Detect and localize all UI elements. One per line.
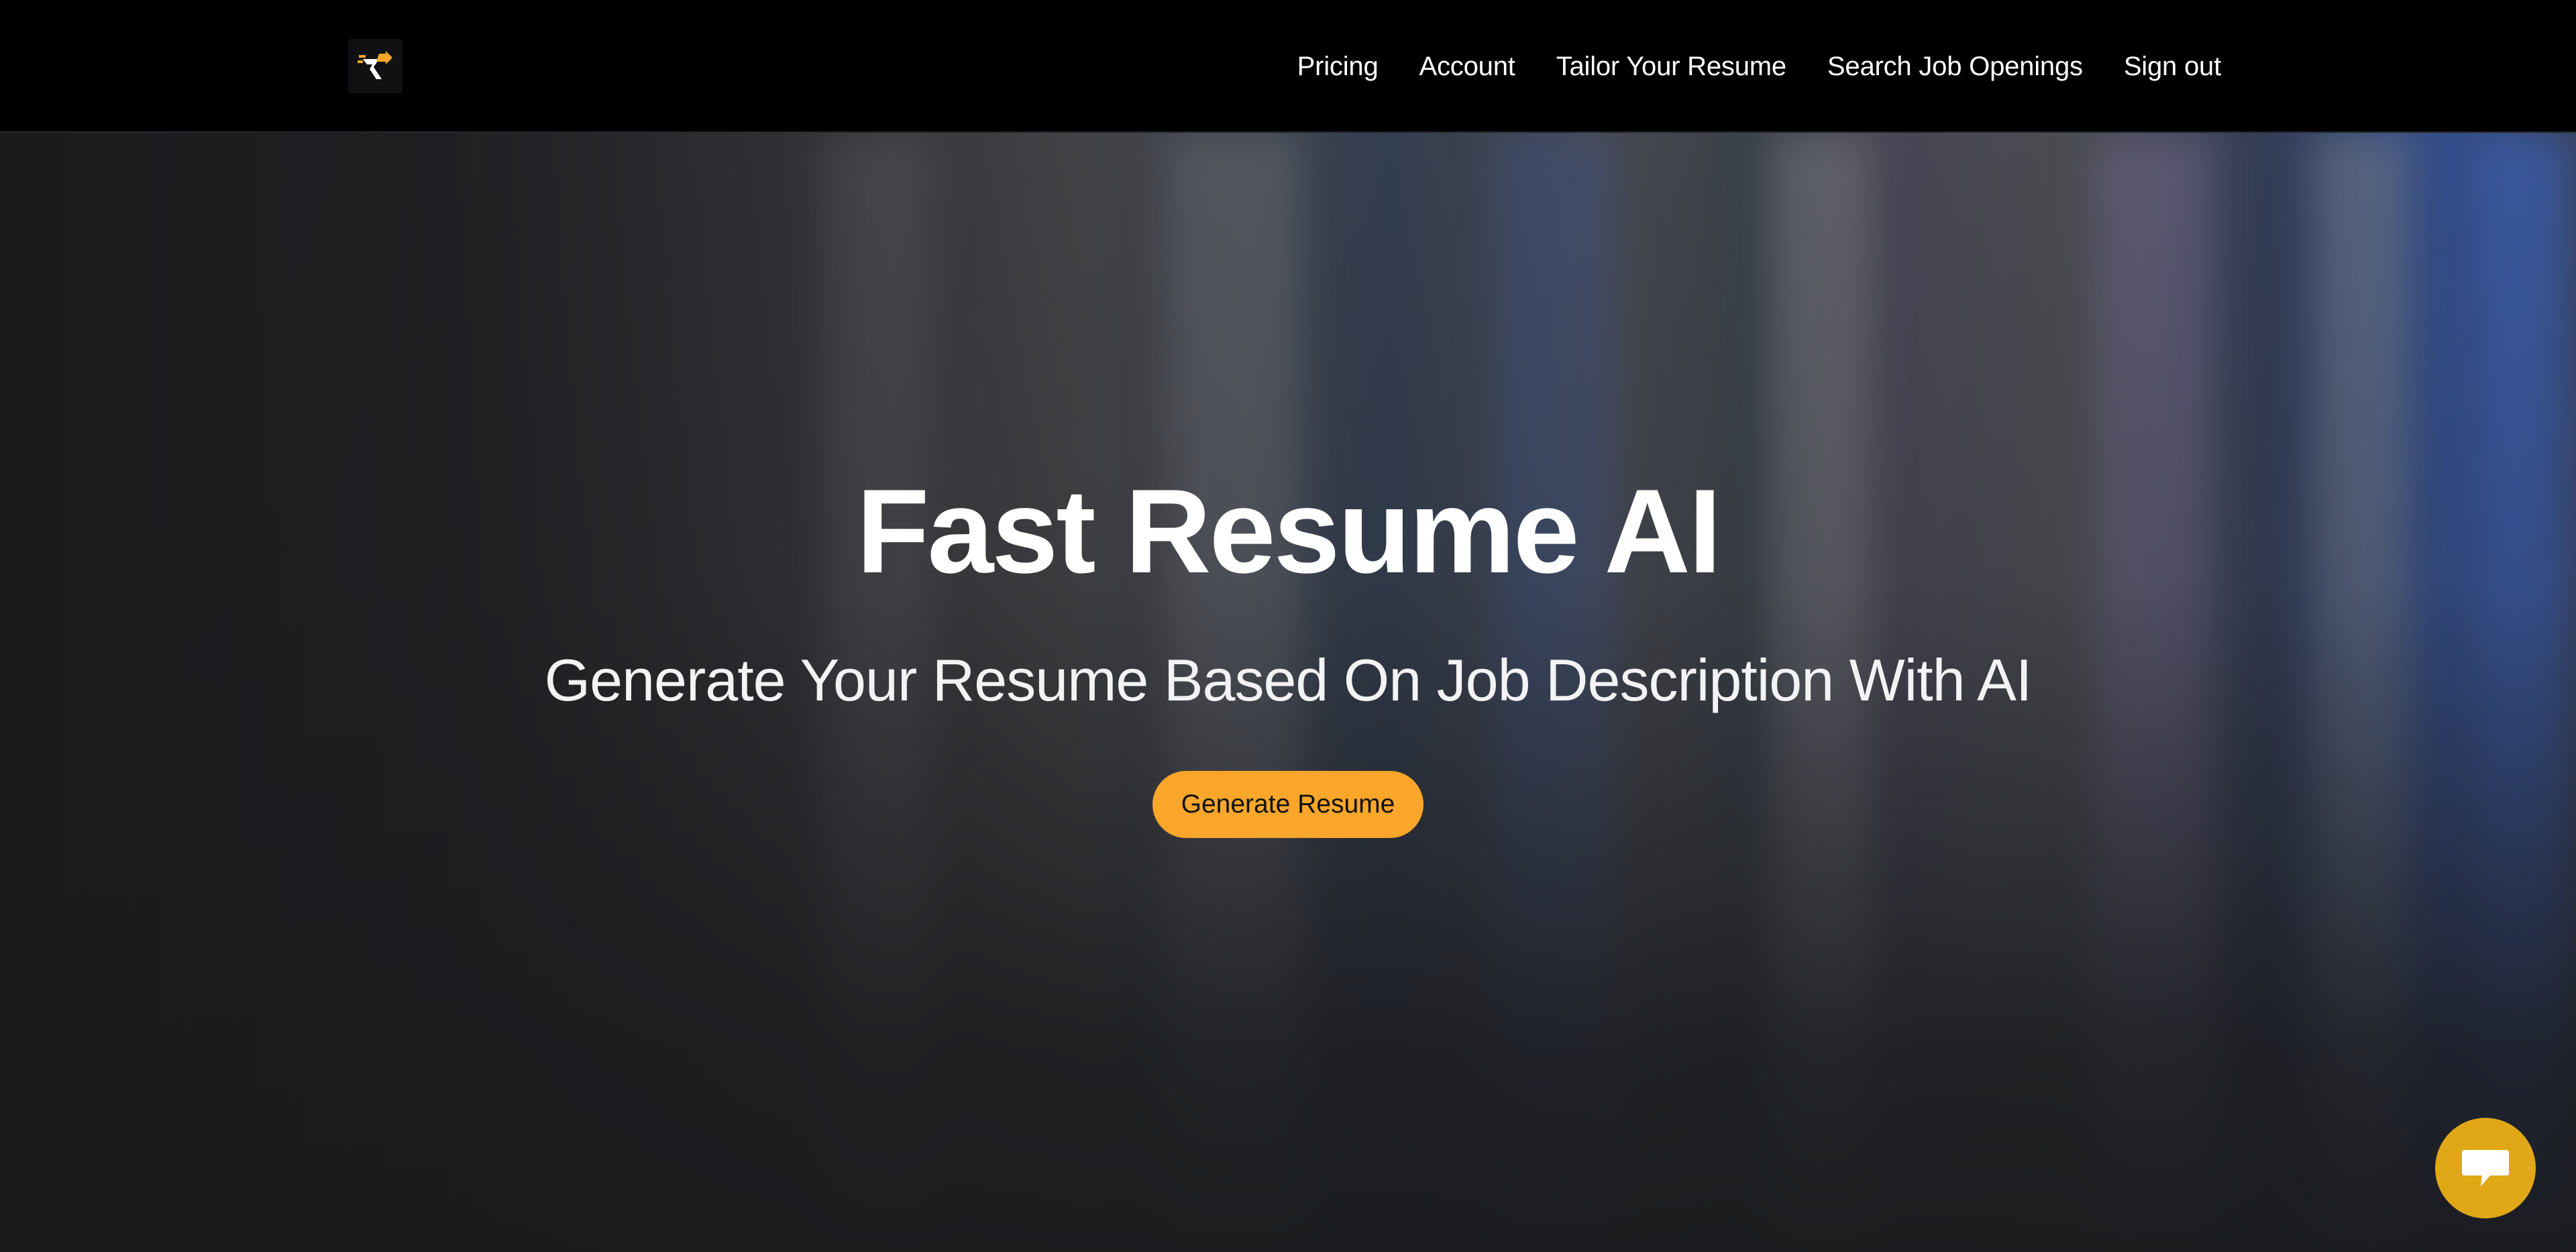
nav-sign-out-link[interactable]: Sign out xyxy=(2124,52,2221,82)
nav-search-jobs-link[interactable]: Search Job Openings xyxy=(1827,52,2083,82)
nav-account-link[interactable]: Account xyxy=(1419,52,1515,82)
nav-tailor-resume-link[interactable]: Tailor Your Resume xyxy=(1556,52,1786,82)
main-nav: Pricing Account Tailor Your Resume Searc… xyxy=(1297,0,2222,133)
nav-pricing-link[interactable]: Pricing xyxy=(1297,52,1379,82)
chat-widget-button[interactable] xyxy=(2435,1118,2536,1218)
fast-resume-logo-icon xyxy=(357,50,392,79)
generate-resume-button[interactable]: Generate Resume xyxy=(1152,771,1424,838)
hero-subtitle: Generate Your Resume Based On Job Descri… xyxy=(544,647,2033,713)
home-logo-link[interactable] xyxy=(348,39,402,93)
hero-section: Fast Resume AI Generate Your Resume Base… xyxy=(0,133,2576,1252)
top-navigation-bar: Pricing Account Tailor Your Resume Searc… xyxy=(0,0,2576,133)
chat-bubble-icon xyxy=(2462,1150,2509,1186)
hero-title: Fast Resume AI xyxy=(856,464,1722,598)
